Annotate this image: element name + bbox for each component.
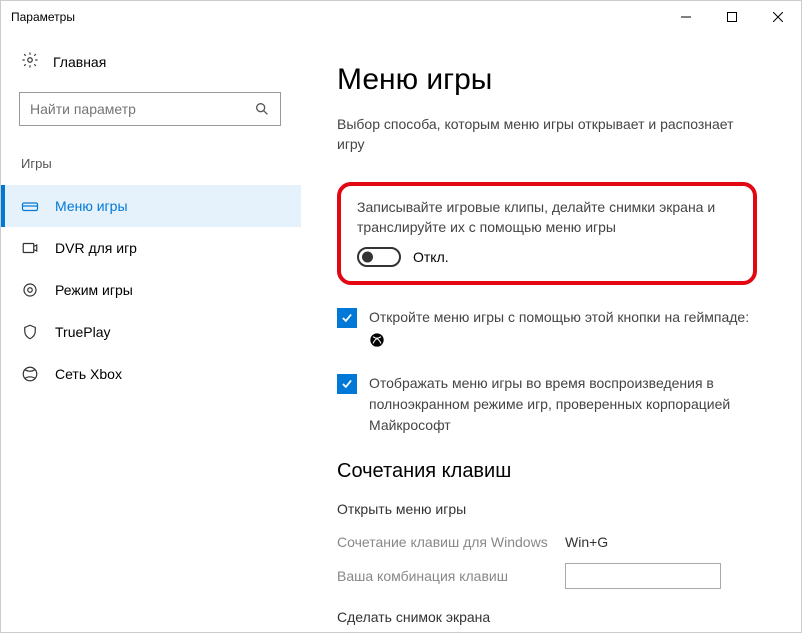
user-shortcut-label: Ваша комбинация клавиш xyxy=(337,568,553,584)
sidebar-item-label: TruePlay xyxy=(55,324,111,340)
dvr-icon xyxy=(21,239,39,257)
shortcut-screenshot: Сделать снимок экрана Сочетание клавиш д… xyxy=(337,609,771,632)
gamebar-toggle[interactable] xyxy=(357,247,401,267)
search-field[interactable] xyxy=(30,101,254,117)
sidebar-item-gamebar[interactable]: Меню игры xyxy=(1,185,301,227)
search-icon xyxy=(254,101,270,117)
fullscreen-checkbox[interactable] xyxy=(337,374,357,394)
shortcut-title: Открыть меню игры xyxy=(337,501,771,517)
home-link[interactable]: Главная xyxy=(19,51,301,72)
sidebar-item-label: DVR для игр xyxy=(55,240,137,256)
sidebar: Главная Игры Меню игры DVR для игр xyxy=(1,33,301,632)
gamemode-icon xyxy=(21,281,39,299)
sidebar-item-label: Меню игры xyxy=(55,198,128,214)
home-label: Главная xyxy=(53,54,106,70)
gamebar-icon xyxy=(21,197,39,215)
trueplay-icon xyxy=(21,323,39,341)
open-with-controller-row: Откройте меню игры с помощью этой кнопки… xyxy=(337,307,757,349)
toggle-description: Записывайте игровые клипы, делайте снимк… xyxy=(357,198,737,237)
windows-shortcut-value: Win+G xyxy=(565,534,608,550)
fullscreen-check-row: Отображать меню игры во время воспроизве… xyxy=(337,373,757,436)
user-shortcut-input[interactable] xyxy=(565,563,721,589)
window-title: Параметры xyxy=(11,10,75,24)
gear-icon xyxy=(21,51,39,72)
minimize-button[interactable] xyxy=(663,1,709,33)
sidebar-item-gamemode[interactable]: Режим игры xyxy=(1,269,301,311)
shortcuts-heading: Сочетания клавиш xyxy=(337,460,771,483)
sidebar-item-dvr[interactable]: DVR для игр xyxy=(1,227,301,269)
page-title: Меню игры xyxy=(337,63,771,97)
search-input[interactable] xyxy=(19,92,281,126)
controller-checkbox[interactable] xyxy=(337,308,357,328)
windows-shortcut-label: Сочетание клавиш для Windows xyxy=(337,534,553,550)
toggle-state-label: Откл. xyxy=(413,249,449,265)
highlight-box: Записывайте игровые клипы, делайте снимк… xyxy=(337,182,757,285)
main-content: Меню игры Выбор способа, которым меню иг… xyxy=(301,33,801,632)
shortcut-open-gamebar: Открыть меню игры Сочетание клавиш для W… xyxy=(337,501,771,593)
xbox-network-icon xyxy=(21,365,39,383)
sidebar-item-xbox[interactable]: Сеть Xbox xyxy=(1,353,301,395)
titlebar: Параметры xyxy=(1,1,801,33)
sidebar-item-label: Сеть Xbox xyxy=(55,366,122,382)
xbox-button-icon xyxy=(369,332,385,348)
maximize-button[interactable] xyxy=(709,1,755,33)
toggle-knob xyxy=(362,252,373,263)
sidebar-item-trueplay[interactable]: TruePlay xyxy=(1,311,301,353)
page-subtitle: Выбор способа, которым меню игры открыва… xyxy=(337,115,757,154)
fullscreen-checkbox-label: Отображать меню игры во время воспроизве… xyxy=(369,373,757,436)
shortcut-title: Сделать снимок экрана xyxy=(337,609,771,625)
close-button[interactable] xyxy=(755,1,801,33)
controller-checkbox-label: Откройте меню игры с помощью этой кнопки… xyxy=(369,307,757,349)
sidebar-item-label: Режим игры xyxy=(55,282,133,298)
category-header: Игры xyxy=(19,156,301,171)
